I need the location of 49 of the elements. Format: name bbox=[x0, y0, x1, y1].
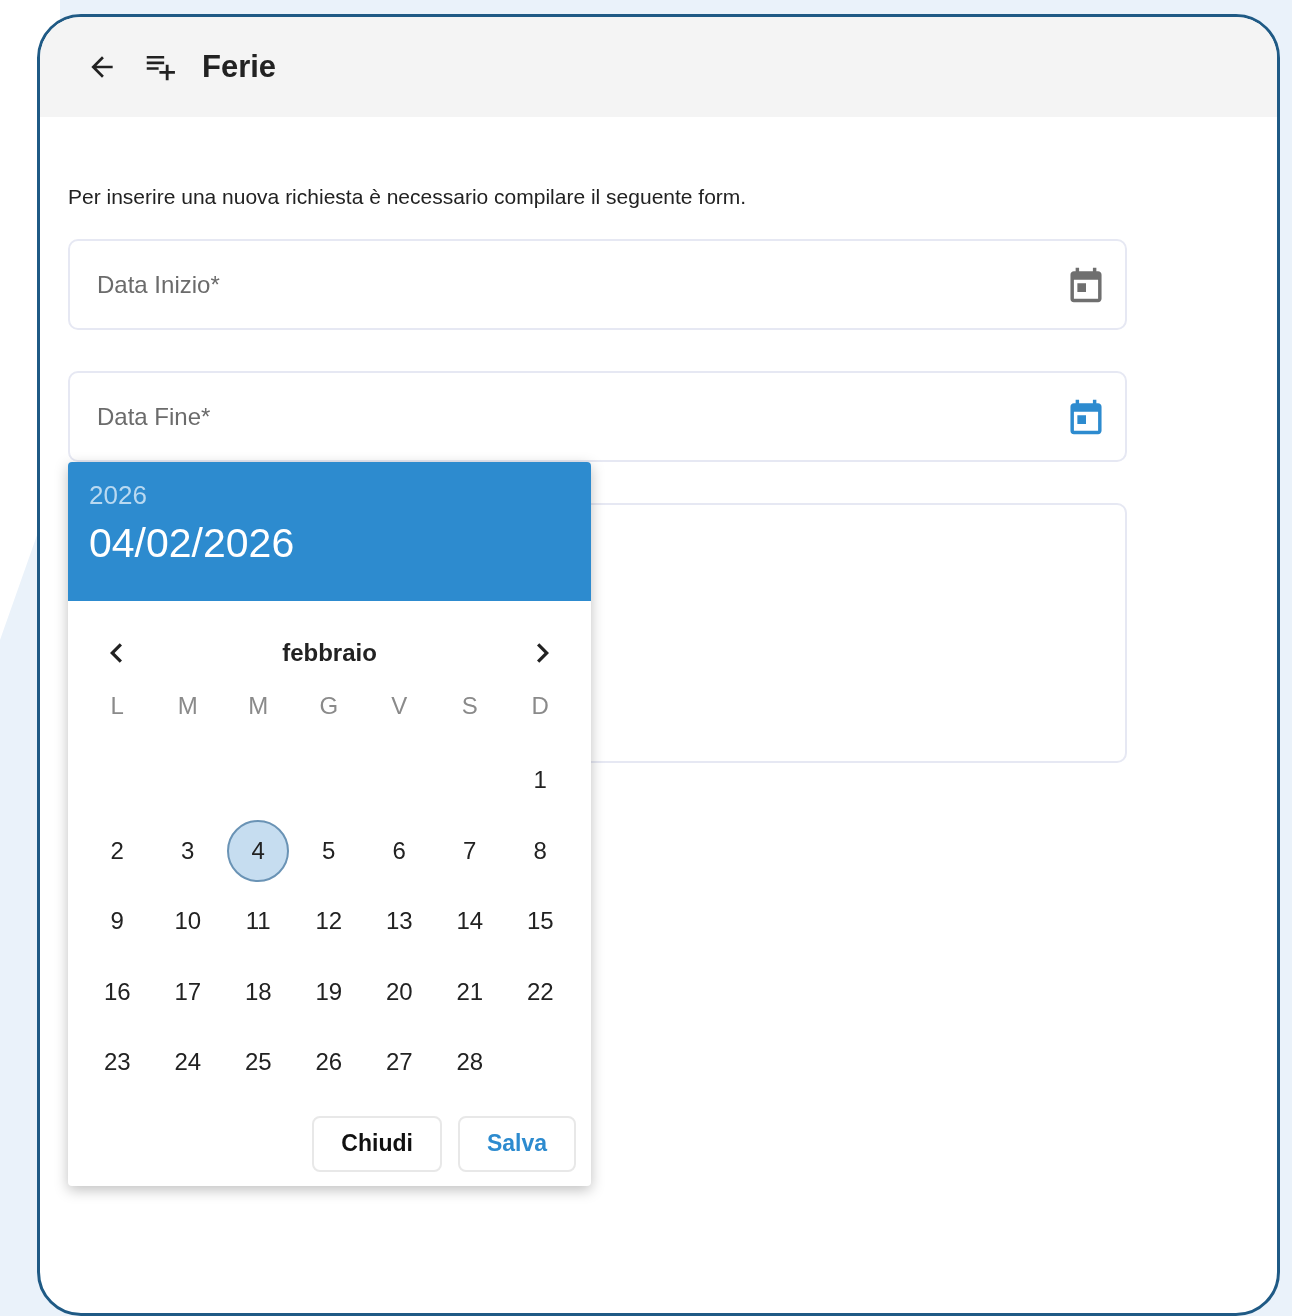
weekday-label: M bbox=[248, 691, 269, 721]
day-button[interactable]: 20 bbox=[368, 960, 431, 1023]
day-button[interactable]: 2 bbox=[86, 819, 149, 882]
day-button[interactable]: 19 bbox=[297, 960, 360, 1023]
weekday-label: S bbox=[461, 691, 478, 721]
day-button[interactable]: 16 bbox=[86, 960, 149, 1023]
day-button[interactable]: 15 bbox=[509, 890, 572, 953]
day-button[interactable]: 9 bbox=[86, 890, 149, 953]
day-button[interactable]: 10 bbox=[156, 890, 219, 953]
day-button[interactable]: 17 bbox=[156, 960, 219, 1023]
day-button[interactable]: 13 bbox=[368, 890, 431, 953]
day-button[interactable]: 24 bbox=[156, 1031, 219, 1094]
date-field[interactable]: Data Fine* bbox=[68, 371, 1127, 462]
page-title: Ferie bbox=[202, 47, 277, 86]
day-button[interactable]: 25 bbox=[227, 1031, 290, 1094]
weekday-label: L bbox=[110, 691, 124, 721]
day-button[interactable]: 6 bbox=[368, 819, 431, 882]
day-button[interactable]: 28 bbox=[438, 1031, 501, 1094]
month-label: febbraio bbox=[282, 638, 377, 668]
weekday-label: G bbox=[319, 691, 339, 721]
day-button[interactable]: 18 bbox=[227, 960, 290, 1023]
day-button[interactable]: 1 bbox=[509, 749, 572, 812]
day-button[interactable]: 8 bbox=[509, 819, 572, 882]
calendar-icon[interactable] bbox=[1067, 397, 1105, 436]
day-button[interactable]: 22 bbox=[509, 960, 572, 1023]
weekday-label: M bbox=[177, 691, 198, 721]
date-field[interactable]: Data Inizio* bbox=[68, 239, 1127, 330]
calendar-icon[interactable] bbox=[1067, 265, 1105, 304]
day-button[interactable]: 5 bbox=[297, 819, 360, 882]
field-placeholder: Data Fine* bbox=[97, 401, 211, 432]
close-button[interactable]: Chiudi bbox=[312, 1115, 442, 1172]
day-button[interactable]: 14 bbox=[438, 890, 501, 953]
selected-date: 04/02/2026 bbox=[89, 519, 295, 568]
day-button[interactable]: 4 bbox=[227, 819, 290, 882]
field-placeholder: Data Inizio* bbox=[97, 269, 220, 300]
save-button[interactable]: Salva bbox=[457, 1115, 576, 1172]
day-button[interactable]: 27 bbox=[368, 1031, 431, 1094]
weekday-label: V bbox=[391, 691, 408, 721]
day-button[interactable]: 21 bbox=[438, 960, 501, 1023]
weekday-label: D bbox=[531, 691, 549, 721]
day-button[interactable]: 23 bbox=[86, 1031, 149, 1094]
day-button[interactable]: 12 bbox=[297, 890, 360, 953]
intro-text: Per inserire una nuova richiesta è necessario compilare il seguente form. bbox=[68, 184, 748, 210]
day-button[interactable]: 3 bbox=[156, 819, 219, 882]
day-button[interactable]: 26 bbox=[297, 1031, 360, 1094]
chevron-left-icon bbox=[110, 643, 122, 663]
day-button[interactable]: 7 bbox=[438, 819, 501, 882]
chevron-right-icon bbox=[537, 643, 549, 663]
day-button[interactable]: 11 bbox=[227, 890, 290, 953]
